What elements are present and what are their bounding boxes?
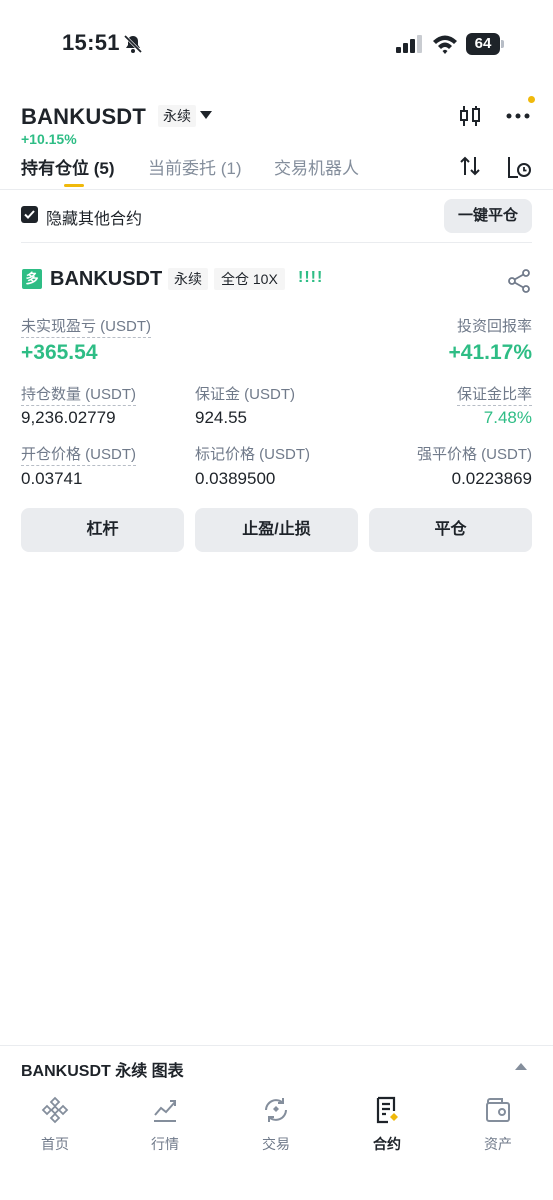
chart-toggle-bar[interactable]: BANKUSDT 永续 图表 [0, 1045, 553, 1087]
tab-trading-bots[interactable]: 交易机器人 [274, 154, 359, 179]
battery-level: 64 [466, 33, 500, 55]
active-tab-indicator [64, 184, 84, 187]
nav-assets[interactable]: 资产 [443, 1095, 553, 1165]
contract-type-tag: 永续 [158, 105, 196, 127]
hide-other-checkbox[interactable] [21, 206, 38, 223]
bell-off-icon [123, 34, 143, 54]
status-bar: 15:51 64 [0, 0, 553, 90]
chevron-up-icon[interactable] [515, 1063, 527, 1070]
history-icon[interactable] [506, 154, 532, 180]
tab-open-orders[interactable]: 当前委托 (1) [148, 154, 242, 179]
filter-row: 隐藏其他合约 一键平仓 [0, 198, 553, 234]
entry-price-value: 0.03741 [21, 469, 83, 488]
nav-markets[interactable]: 行情 [110, 1095, 220, 1165]
nav-label: 首页 [41, 1136, 69, 1152]
candlestick-icon[interactable] [458, 104, 482, 128]
adl-indicator: !!!! [298, 269, 324, 286]
liq-price-value: 0.0223869 [451, 469, 532, 488]
futures-icon [376, 1096, 398, 1124]
cellular-signal-icon [396, 35, 422, 53]
battery-icon: 64 [466, 33, 504, 55]
size-value: 9,236.02779 [21, 408, 116, 427]
margin-ratio-value: 7.48% [483, 408, 532, 427]
chart-label: BANKUSDT 永续 图表 [21, 1063, 184, 1080]
check-icon [24, 210, 35, 219]
entry-price-label[interactable]: 开仓价格 (USDT) [21, 443, 136, 466]
tab-bar: 持有仓位 (5) 当前委托 (1) 交易机器人 [0, 154, 553, 191]
side-badge: 多 [22, 269, 42, 289]
margin-ratio-label[interactable]: 保证金比率 [456, 383, 532, 406]
margin-label: 保证金 (USDT) [195, 386, 295, 403]
divider [0, 189, 553, 190]
nav-label: 资产 [484, 1136, 512, 1152]
status-time: 15:51 [62, 30, 120, 55]
bottom-nav: 首页 行情 交易 合约 资产 [0, 1087, 553, 1200]
symbol-title[interactable]: BANKUSDT [21, 104, 146, 130]
roi-label: 投资回报率 [456, 318, 532, 335]
nav-trade[interactable]: 交易 [221, 1095, 331, 1165]
margin-mode-tag[interactable]: 全仓 10X [214, 268, 285, 290]
more-icon[interactable] [504, 106, 534, 126]
unrealized-pnl-value: +365.54 [21, 341, 98, 364]
size-label[interactable]: 持仓数量 (USDT) [21, 383, 136, 406]
margin-value: 924.55 [195, 408, 247, 427]
tpsl-button[interactable]: 止盈/止损 [195, 508, 358, 552]
close-position-button[interactable]: 平仓 [369, 508, 532, 552]
price-change: +10.15% [21, 131, 77, 147]
nav-futures[interactable]: 合约 [332, 1095, 442, 1165]
nav-label: 交易 [262, 1136, 290, 1152]
hide-other-label[interactable]: 隐藏其他合约 [46, 205, 142, 229]
wifi-icon [433, 35, 457, 54]
mark-price-value: 0.0389500 [195, 469, 276, 488]
leverage-button[interactable]: 杠杆 [21, 508, 184, 552]
trade-icon [265, 1098, 287, 1122]
position-symbol[interactable]: BANKUSDT [50, 268, 162, 291]
chevron-down-icon[interactable] [200, 111, 212, 119]
position-actions: 杠杆 止盈/止损 平仓 [0, 508, 553, 552]
notification-dot [528, 96, 535, 103]
home-icon [41, 1096, 69, 1124]
unrealized-pnl-label[interactable]: 未实现盈亏 (USDT) [21, 315, 151, 338]
close-all-button[interactable]: 一键平仓 [444, 199, 532, 233]
contract-type-tag: 永续 [168, 268, 208, 290]
liq-price-label: 强平价格 (USDT) [417, 446, 532, 463]
share-icon[interactable] [506, 268, 532, 294]
header: BANKUSDT 永续 +10.15% 持有仓位 (5) 当前委托 (1) 交易… [0, 96, 553, 191]
tab-positions[interactable]: 持有仓位 (5) [21, 154, 115, 179]
wallet-icon [486, 1098, 510, 1122]
nav-label: 行情 [151, 1136, 179, 1152]
roi-value: +41.17% [448, 341, 533, 364]
sort-icon[interactable] [458, 154, 482, 178]
nav-home[interactable]: 首页 [0, 1095, 110, 1165]
divider [21, 242, 532, 243]
markets-icon [154, 1100, 176, 1122]
nav-label: 合约 [373, 1136, 401, 1152]
mark-price-label: 标记价格 (USDT) [195, 446, 310, 463]
position-header: 多 BANKUSDT 永续 全仓 10X !!!! [0, 266, 553, 296]
